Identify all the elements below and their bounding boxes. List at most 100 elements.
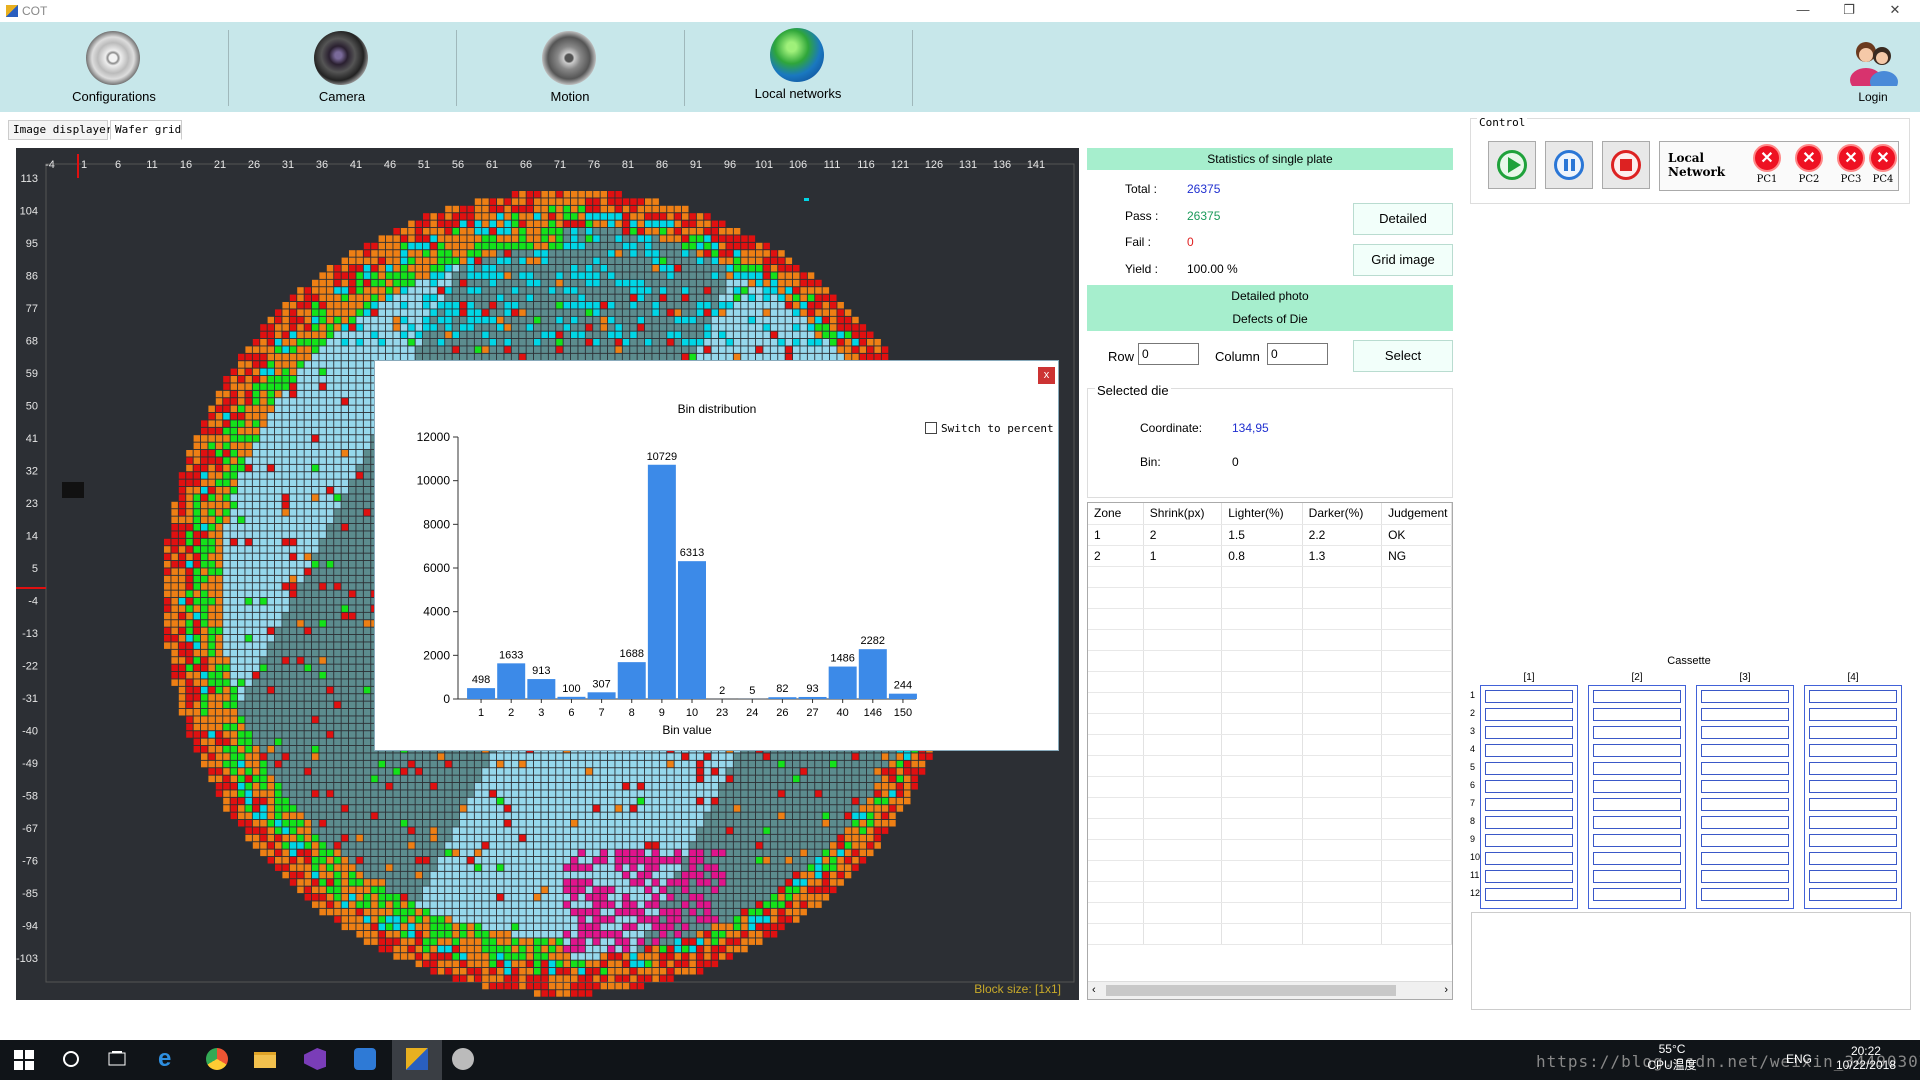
cassette-slot[interactable]	[1593, 798, 1681, 811]
cassette-slot[interactable]	[1809, 870, 1897, 883]
switch-to-percent-checkbox[interactable]: Switch to percent	[925, 422, 1054, 435]
pause-button[interactable]	[1545, 141, 1593, 189]
column-header[interactable]: Shrink(px)	[1143, 503, 1223, 525]
close-button[interactable]: ✕	[1872, 0, 1918, 22]
cassette-slot[interactable]	[1485, 744, 1573, 757]
configurations-button[interactable]: Configurations	[0, 22, 228, 112]
language-indicator[interactable]: ENG	[1786, 1052, 1812, 1066]
tab-image-displayer[interactable]: Image displayer	[8, 120, 112, 140]
cassette-slot[interactable]	[1485, 762, 1573, 775]
active-app-highlight[interactable]	[392, 1040, 442, 1080]
stop-button[interactable]	[1602, 141, 1650, 189]
cassette-slot[interactable]	[1485, 708, 1573, 721]
app-icon-blue[interactable]	[354, 1048, 378, 1072]
cassette-slot[interactable]	[1593, 780, 1681, 793]
zone-table[interactable]: Zone Shrink(px) Lighter(%) Darker(%) Jud…	[1087, 502, 1453, 1000]
cassette-slot[interactable]	[1701, 816, 1789, 829]
cassette-slot[interactable]	[1593, 708, 1681, 721]
column-header[interactable]: Zone	[1088, 503, 1144, 525]
pc1-status[interactable]: ✕ PC1	[1750, 144, 1784, 185]
cassette-slot[interactable]	[1809, 834, 1897, 847]
cassette-slot[interactable]	[1809, 762, 1897, 775]
cassette-slot[interactable]	[1701, 870, 1789, 883]
column-header[interactable]: Judgement	[1381, 503, 1452, 525]
cassette-slot[interactable]	[1809, 708, 1897, 721]
cassette-slot[interactable]	[1701, 708, 1789, 721]
restore-button[interactable]: ❐	[1826, 0, 1872, 22]
cassette-slot[interactable]	[1701, 690, 1789, 703]
grid-image-button[interactable]: Grid image	[1353, 244, 1453, 276]
cassette-slot[interactable]	[1485, 726, 1573, 739]
cassette-slot[interactable]	[1701, 726, 1789, 739]
cassette-slot[interactable]	[1701, 744, 1789, 757]
file-explorer-icon[interactable]	[254, 1048, 278, 1072]
scroll-right-icon[interactable]: ›	[1444, 984, 1448, 996]
windows-start-icon[interactable]	[12, 1048, 36, 1072]
column-input[interactable]: 0	[1267, 343, 1328, 365]
local-networks-button[interactable]: Local networks	[684, 22, 912, 112]
clock[interactable]: 20:22 10/22/2018	[1836, 1044, 1896, 1072]
horizontal-scrollbar[interactable]: ‹ ›	[1088, 981, 1452, 999]
table-row[interactable]: 2 1 0.8 1.3 NG	[1088, 545, 1452, 567]
task-view-icon[interactable]	[106, 1048, 130, 1072]
checkbox-box[interactable]	[925, 422, 937, 434]
pc2-status[interactable]: ✕ PC2	[1792, 144, 1826, 185]
pc3-status[interactable]: ✕ PC3	[1834, 144, 1868, 185]
minimize-button[interactable]: —	[1780, 0, 1826, 22]
cassette-slot[interactable]	[1809, 726, 1897, 739]
column-header[interactable]: Darker(%)	[1302, 503, 1383, 525]
cassette-slot[interactable]	[1809, 816, 1897, 829]
cassette-slot[interactable]	[1593, 816, 1681, 829]
cassette-slot[interactable]	[1593, 870, 1681, 883]
cassette-slot[interactable]	[1593, 726, 1681, 739]
column-header[interactable]: Lighter(%)	[1221, 503, 1303, 525]
cassette-slot[interactable]	[1593, 744, 1681, 757]
cassette-slot[interactable]	[1701, 834, 1789, 847]
cassette-slot[interactable]	[1701, 780, 1789, 793]
cpu-temp[interactable]: 55°C CPU温度	[1644, 1042, 1700, 1073]
row-input[interactable]: 0	[1138, 343, 1199, 365]
log-textbox[interactable]	[1471, 912, 1911, 1010]
cassette-slot[interactable]	[1593, 762, 1681, 775]
cassette-slot[interactable]	[1809, 798, 1897, 811]
chrome-browser-icon[interactable]	[206, 1048, 230, 1072]
cassette-slot[interactable]	[1809, 852, 1897, 865]
cassette-slot[interactable]	[1809, 690, 1897, 703]
cassette-slot[interactable]	[1485, 798, 1573, 811]
detailed-photo-link[interactable]: Detailed photo	[1087, 285, 1453, 308]
cassette-slot[interactable]	[1485, 870, 1573, 883]
detailed-button[interactable]: Detailed	[1353, 203, 1453, 235]
visual-studio-icon[interactable]	[304, 1048, 328, 1072]
tab-wafer-grid[interactable]: Wafer grid	[110, 120, 182, 140]
select-button[interactable]: Select	[1353, 340, 1453, 372]
cassette-slot[interactable]	[1809, 744, 1897, 757]
cassette-slot[interactable]	[1809, 888, 1897, 901]
cassette-slot[interactable]	[1485, 780, 1573, 793]
cassette-slot[interactable]	[1485, 852, 1573, 865]
cassette-slot[interactable]	[1593, 834, 1681, 847]
cassette-slot[interactable]	[1485, 888, 1573, 901]
cassette-slot[interactable]	[1593, 852, 1681, 865]
edge-browser-icon[interactable]: e	[158, 1047, 182, 1072]
scrollbar-thumb[interactable]	[1106, 985, 1396, 996]
cassette-slot[interactable]	[1701, 852, 1789, 865]
play-button[interactable]	[1488, 141, 1536, 189]
cassette-slot[interactable]	[1701, 798, 1789, 811]
motion-button[interactable]: Motion	[456, 22, 684, 112]
search-icon[interactable]	[60, 1048, 84, 1072]
cassette-slot[interactable]	[1485, 816, 1573, 829]
camera-button[interactable]: Camera	[228, 22, 456, 112]
cassette-slot[interactable]	[1593, 888, 1681, 901]
login-button[interactable]: Login	[1838, 22, 1908, 112]
cassette-slot[interactable]	[1485, 834, 1573, 847]
pc4-status[interactable]: ✕ PC4	[1866, 144, 1900, 185]
cassette-slot[interactable]	[1485, 690, 1573, 703]
app-icon-gray[interactable]	[452, 1048, 476, 1072]
scroll-left-icon[interactable]: ‹	[1092, 984, 1096, 996]
defects-of-die-link[interactable]: Defects of Die	[1087, 308, 1453, 331]
table-row[interactable]: 1 2 1.5 2.2 OK	[1088, 524, 1452, 546]
cassette-slot[interactable]	[1809, 780, 1897, 793]
cassette-slot[interactable]	[1701, 888, 1789, 901]
cassette-slot[interactable]	[1701, 762, 1789, 775]
cassette-slot[interactable]	[1593, 690, 1681, 703]
